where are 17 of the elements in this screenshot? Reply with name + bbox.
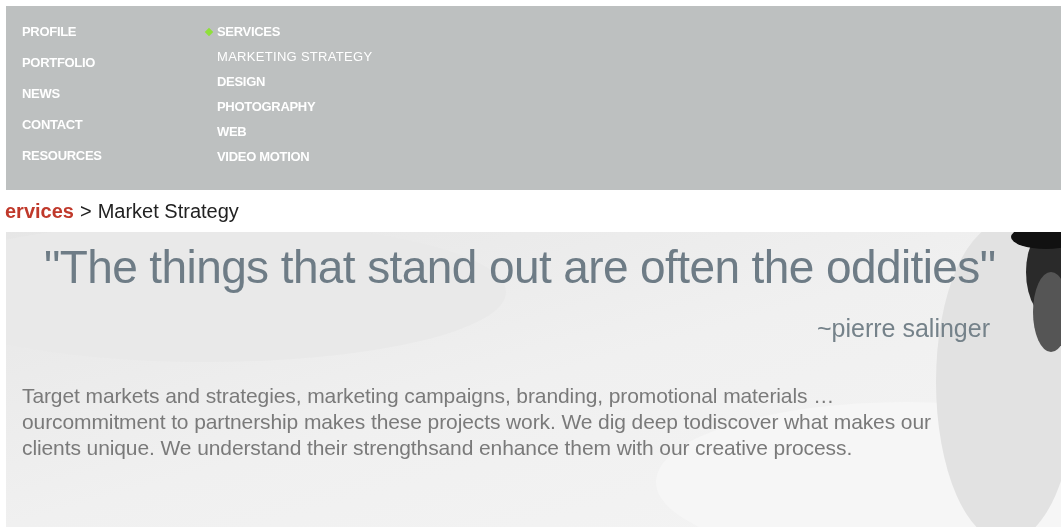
nav-link[interactable]: PORTFOLIO [22, 54, 96, 71]
subnav-link[interactable]: PHOTOGRAPHY [217, 98, 373, 115]
nav-link[interactable]: PROFILE [22, 23, 77, 40]
subnav-link[interactable]: MARKETING STRATEGY [217, 48, 373, 65]
quote: "The things that stand out are often the oddities" [44, 240, 996, 294]
nav-link[interactable]: RESOURCES [22, 147, 102, 164]
quote-attribution: ~pierre salinger [816, 314, 990, 343]
nav-link[interactable]: NEWS [22, 85, 60, 102]
subnav-link[interactable]: VIDEO MOTION [217, 148, 373, 165]
breadcrumb-link[interactable]: ervices [5, 199, 74, 223]
nav-link[interactable]: SERVICES [217, 23, 281, 40]
nav-link[interactable]: CONTACT [22, 116, 83, 133]
body-paragraph: Target markets and strategies, marketing campaigns, branding, promotional materials … ourcommitment to partnership makes these projects work. We dig deep todiscover what makes our clients unique. We understand their strengthsand enhance them with our creative process. [22, 383, 931, 461]
subnav-link[interactable]: DESIGN [217, 73, 373, 90]
breadcrumb-current: Market Strategy [97, 199, 239, 223]
breadcrumb-separator: > [79, 199, 92, 223]
subnav-link[interactable]: WEB [217, 123, 373, 140]
